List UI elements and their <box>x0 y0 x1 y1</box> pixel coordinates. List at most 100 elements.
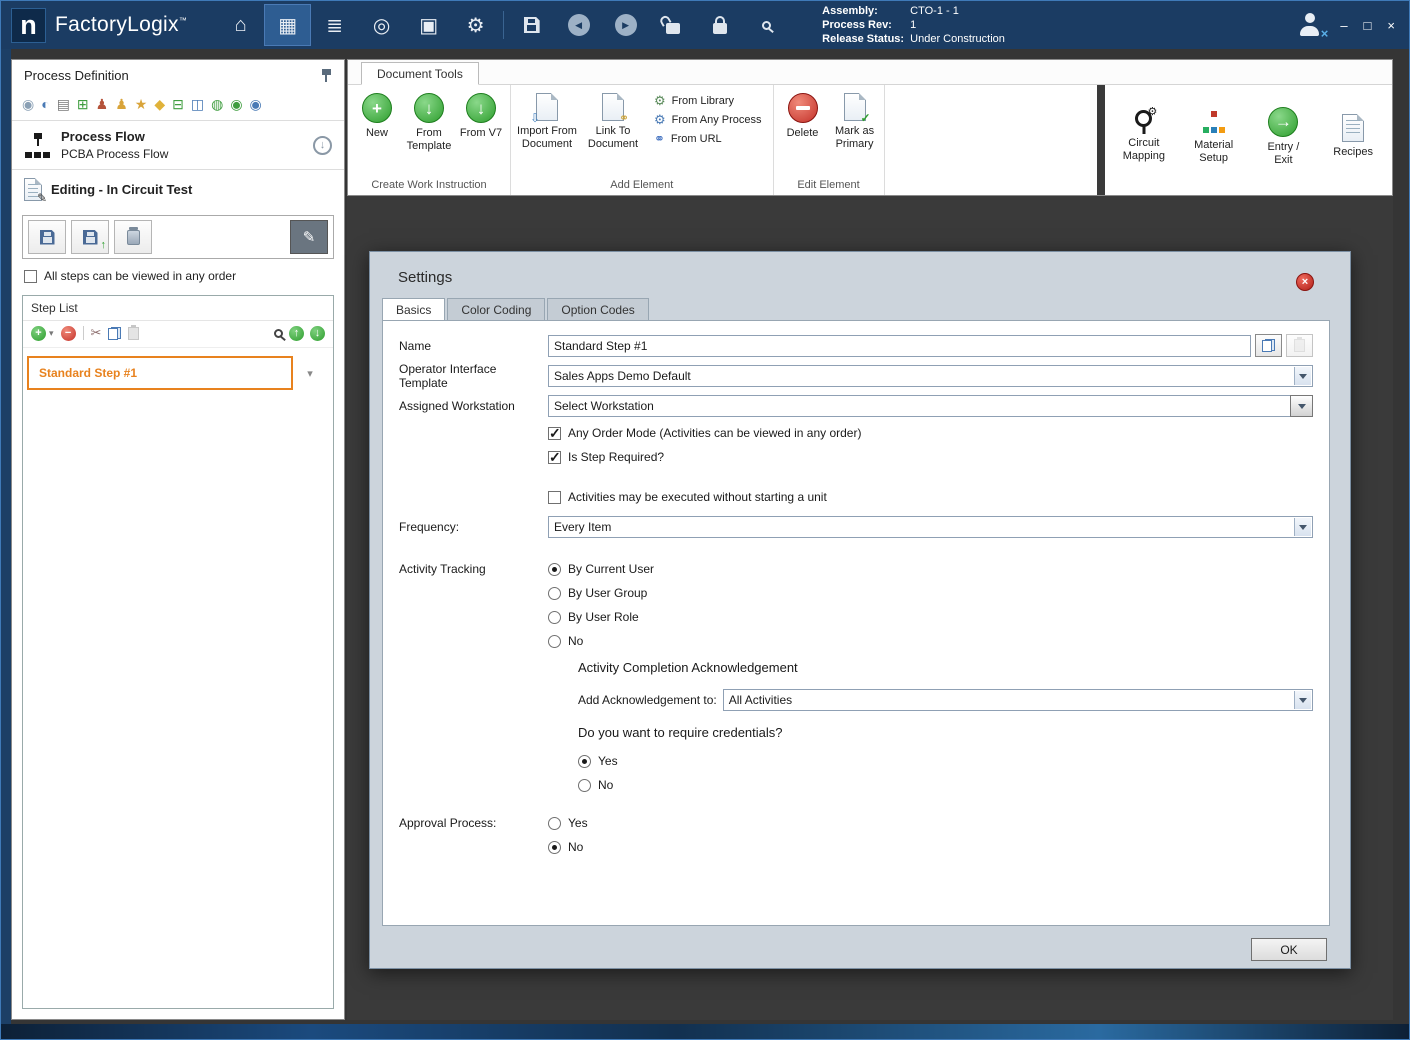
operator-interface-template-select[interactable]: Sales Apps Demo Default <box>548 365 1313 387</box>
import-from-document-button[interactable]: ⇩ Import From Document <box>514 90 580 151</box>
radio-approval-yes[interactable]: Yes <box>548 816 588 830</box>
copy-icon[interactable] <box>108 326 122 340</box>
circuit-mapping-button[interactable]: ⚙ Circuit Mapping <box>1118 106 1170 163</box>
radio-tracking-no[interactable]: No <box>548 634 654 648</box>
user-icon[interactable]: ♟ <box>115 97 128 111</box>
compass-icon[interactable]: ◎ <box>358 4 405 46</box>
step-expand-icon[interactable]: ▾ <box>293 367 327 380</box>
name-input[interactable] <box>548 334 1251 357</box>
radio-icon[interactable] <box>578 778 591 792</box>
add-step-dropdown-icon[interactable]: ▾ <box>49 328 54 339</box>
maximize-button[interactable]: □ <box>1364 18 1372 33</box>
forward-icon[interactable]: ▶ <box>602 4 649 46</box>
sync-icon[interactable]: ◍ <box>211 97 223 111</box>
activities-without-unit-checkbox[interactable] <box>548 490 561 504</box>
any-order-checkbox[interactable] <box>24 269 37 283</box>
plugin-icon[interactable]: ⊞ <box>77 97 89 111</box>
process-flow-row[interactable]: Process Flow PCBA Process Flow ↓ <box>12 123 344 169</box>
lock-icon[interactable] <box>696 4 743 46</box>
save-icon[interactable] <box>508 4 555 46</box>
radio-icon[interactable] <box>548 610 561 624</box>
package-icon[interactable]: ◫ <box>191 97 204 111</box>
gears-icon: ⚙ <box>654 93 666 108</box>
new-button[interactable]: + New <box>351 90 403 140</box>
star-icon[interactable]: ★ <box>135 97 148 111</box>
process-rev-value: 1 <box>910 19 917 31</box>
radio-icon[interactable] <box>548 634 561 648</box>
web-icon[interactable]: ◐ <box>41 97 49 111</box>
add-step-button[interactable]: + <box>31 325 46 341</box>
audit-search-icon[interactable] <box>743 4 790 46</box>
close-button[interactable]: × <box>1387 18 1395 33</box>
gear-icon[interactable]: ⚙ <box>452 4 499 46</box>
entry-exit-button[interactable]: → Entry / Exit <box>1257 104 1309 167</box>
recipes-button[interactable]: Recipes <box>1327 111 1379 159</box>
ok-button[interactable]: OK <box>1251 938 1327 961</box>
move-up-button[interactable]: ↑ <box>289 325 304 341</box>
radio-credentials-no[interactable]: No <box>399 778 1313 792</box>
radio-by-current-user[interactable]: By Current User <box>548 562 654 576</box>
radio-by-user-group[interactable]: By User Group <box>548 586 654 600</box>
process-routing-icon[interactable]: ≣ <box>311 4 358 46</box>
home-icon[interactable]: ⌂ <box>217 4 264 46</box>
info-icon[interactable]: ◉ <box>250 97 262 111</box>
radio-icon[interactable] <box>548 586 561 600</box>
minimize-button[interactable]: – <box>1340 18 1347 33</box>
radio-icon[interactable] <box>548 840 561 854</box>
any-order-mode-checkbox[interactable] <box>548 425 561 442</box>
from-v7-button[interactable]: ↓ From V7 <box>455 90 507 140</box>
nav-back-icon[interactable]: ◉ <box>22 97 34 111</box>
frequency-select[interactable]: Every Item <box>548 516 1313 538</box>
material-setup-button[interactable]: Material Setup <box>1188 106 1240 165</box>
from-library-button[interactable]: ⚙ From Library <box>654 94 762 107</box>
radio-approval-no[interactable]: No <box>548 840 588 854</box>
from-any-process-button[interactable]: ⚙ From Any Process <box>654 113 762 126</box>
database-button[interactable] <box>114 220 152 254</box>
print-icon[interactable]: ▤ <box>57 97 70 111</box>
tab-color-coding[interactable]: Color Coding <box>447 298 546 320</box>
is-step-required-checkbox[interactable] <box>548 449 561 466</box>
mark-as-primary-button[interactable]: ✓ Mark as Primary <box>829 90 881 151</box>
chevron-down-icon[interactable] <box>1294 691 1311 709</box>
radio-icon[interactable] <box>548 816 561 830</box>
process-designer-icon[interactable]: ▦ <box>264 4 312 46</box>
zoom-icon[interactable] <box>274 328 283 338</box>
back-icon[interactable]: ◀ <box>555 4 602 46</box>
unlock-icon[interactable] <box>649 4 696 46</box>
radio-icon[interactable] <box>548 562 561 576</box>
delete-button[interactable]: Delete <box>777 90 829 140</box>
user-status-icon[interactable]: × <box>1298 13 1328 41</box>
users-icon[interactable]: ♟ <box>96 97 109 111</box>
copy-name-button[interactable] <box>1255 334 1282 357</box>
chevron-down-icon[interactable] <box>1290 395 1313 417</box>
import-step-button[interactable]: ↑ <box>71 220 109 254</box>
assembly-info: Assembly: CTO-1 - 1 Process Rev: 1 Release… <box>822 4 1005 46</box>
ack-select[interactable]: All Activities <box>722 689 1313 711</box>
play-icon[interactable]: ◉ <box>230 97 242 111</box>
radio-icon[interactable] <box>578 754 591 768</box>
link-to-document-button[interactable]: ⚭ Link To Document <box>580 90 646 151</box>
move-down-button[interactable]: ↓ <box>310 325 325 341</box>
assigned-workstation-select[interactable]: Select Workstation <box>548 395 1313 417</box>
remove-step-button[interactable]: − <box>60 325 76 341</box>
app-window: n FactoryLogix™ ⌂ ▦ ≣ ◎ ▣ ⚙ ◀ ▶ Assembly… <box>0 0 1410 1040</box>
save-step-button[interactable] <box>28 220 66 254</box>
pin-icon[interactable] <box>321 68 332 83</box>
cut-icon[interactable]: ✂ <box>91 325 102 341</box>
dialog-close-button[interactable]: × <box>1296 273 1314 291</box>
tab-basics[interactable]: Basics <box>382 298 446 320</box>
radio-by-user-role[interactable]: By User Role <box>548 610 654 624</box>
export-icon[interactable]: ⊟ <box>172 97 184 111</box>
chevron-down-icon[interactable] <box>1294 518 1311 536</box>
documents-icon[interactable]: ▣ <box>405 4 452 46</box>
from-template-button[interactable]: ↓ From Template <box>403 90 455 153</box>
tab-document-tools[interactable]: Document Tools <box>361 62 479 85</box>
tab-option-codes[interactable]: Option Codes <box>547 298 649 320</box>
radio-credentials-yes[interactable]: Yes <box>399 754 1313 768</box>
step-item-standard-step-1[interactable]: Standard Step #1 <box>27 356 293 390</box>
from-url-button[interactable]: ⚭ From URL <box>654 132 762 145</box>
chevron-down-icon[interactable] <box>1294 367 1311 385</box>
collapse-icon[interactable]: ↓ <box>313 135 332 155</box>
edit-mode-button[interactable]: ✎ <box>290 220 328 254</box>
burst-icon[interactable]: ◆ <box>154 97 165 111</box>
